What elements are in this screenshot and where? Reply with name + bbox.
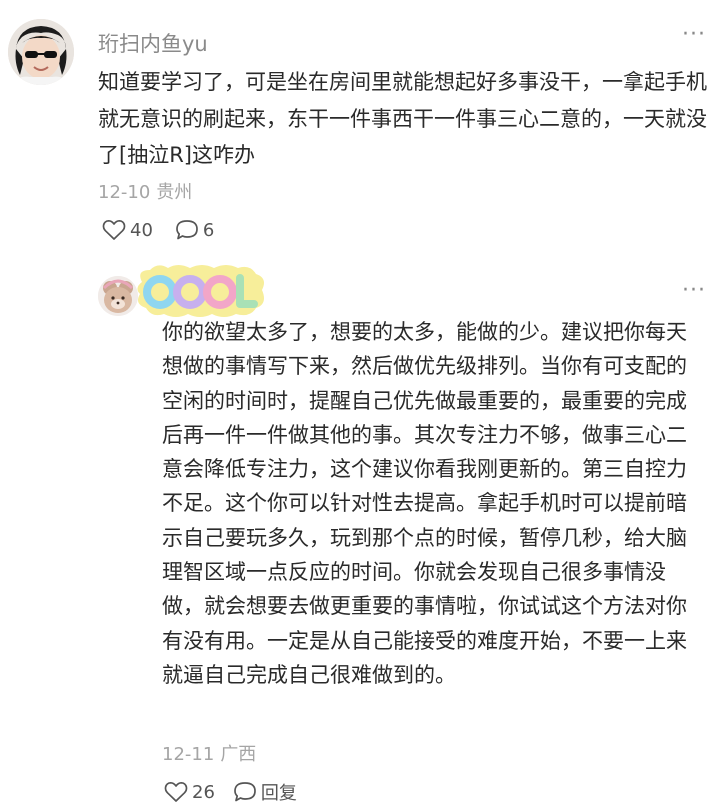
comment-meta: 12-10 贵州 xyxy=(98,178,192,204)
like-count: 26 xyxy=(192,781,215,803)
heart-icon xyxy=(102,219,126,240)
comment-actions: 40 6 xyxy=(102,219,214,241)
reply-date: 12-11 xyxy=(162,744,215,765)
more-options-icon[interactable]: ··· xyxy=(682,22,706,47)
comment-text: 知道要学习了，可是坐在房间里就能想起好多事没干，一拿起手机就无意识的刷起来，东干… xyxy=(98,70,707,167)
reply-label: 回复 xyxy=(260,783,297,804)
reply-location: 广西 xyxy=(220,744,257,765)
reply-count: 6 xyxy=(202,219,215,241)
like-button[interactable]: 26 xyxy=(164,781,215,803)
comment-location: 贵州 xyxy=(156,182,193,203)
reply-meta: 12-11 广西 xyxy=(162,740,256,766)
reply-button[interactable]: 回复 xyxy=(233,779,297,805)
like-count: 40 xyxy=(130,219,153,241)
comment-date: 12-10 xyxy=(98,182,151,203)
comment-bubble-icon xyxy=(234,782,256,802)
reply-text: 你的欲望太多了，想要的太多，能做的少。建议把你每天想做的事情写下来，然后做优先级… xyxy=(162,320,687,687)
username[interactable]: 珩扫内鱼yu xyxy=(98,28,208,58)
reply-count-button[interactable]: 6 xyxy=(175,219,214,241)
user-avatar[interactable] xyxy=(8,19,74,85)
more-options-icon[interactable]: ··· xyxy=(682,278,706,303)
heart-icon xyxy=(164,781,188,802)
reply-actions: 26 回复 xyxy=(164,779,297,805)
like-button[interactable]: 40 xyxy=(102,219,153,241)
cool-badge-icon xyxy=(132,262,270,320)
comment-bubble-icon xyxy=(176,220,198,240)
